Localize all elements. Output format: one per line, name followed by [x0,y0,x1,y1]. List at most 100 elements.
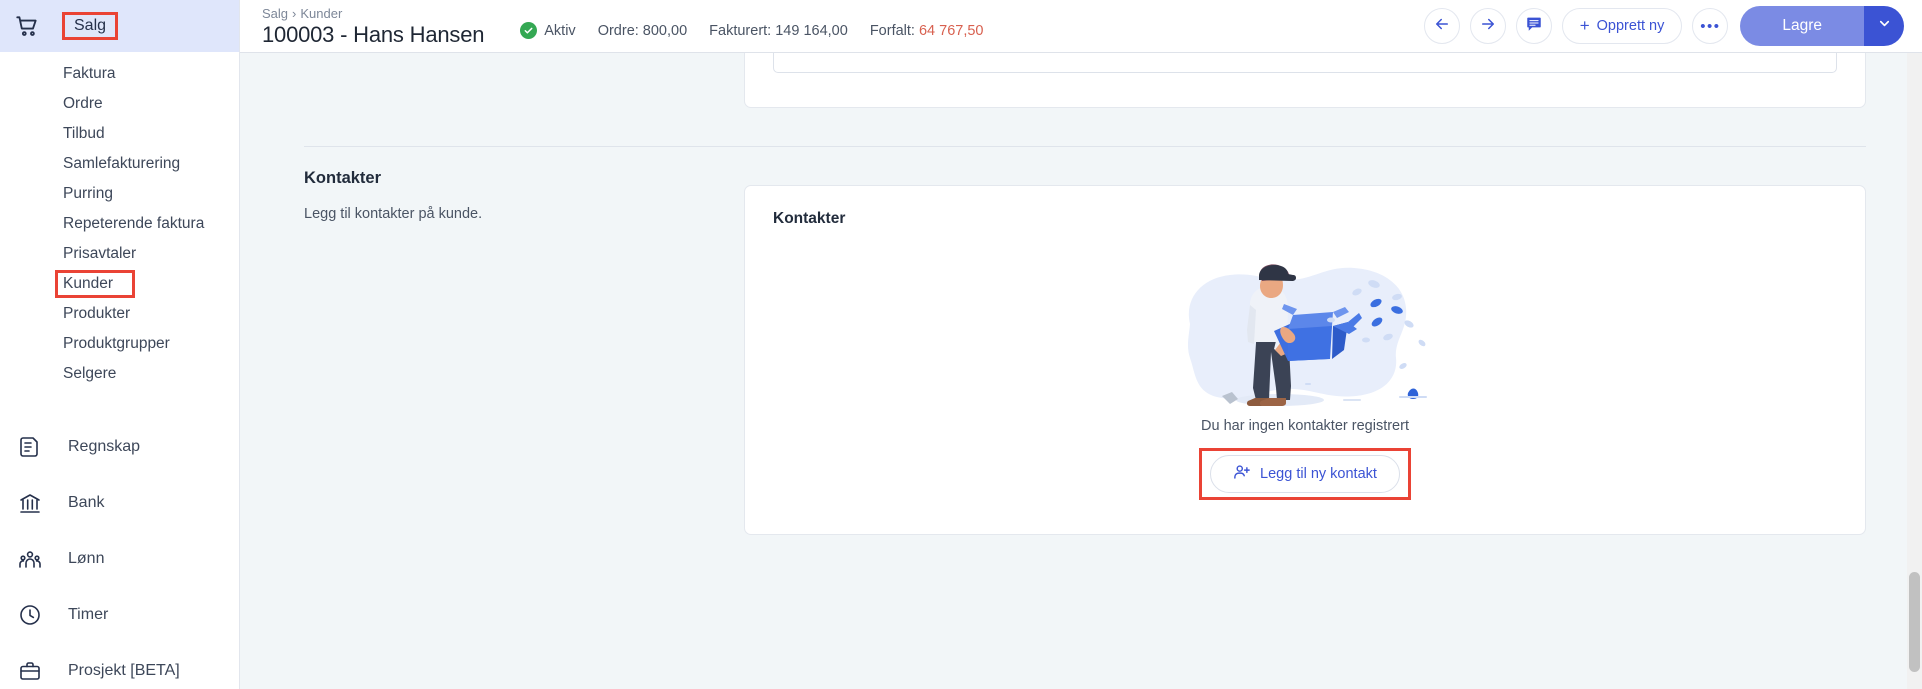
application-root: Salg Faktura Ordre Tilbud Samlefaktureri… [0,0,1922,689]
sidebar-item-label: Purring [63,185,113,202]
section-right: Standard blankett tilbud [744,53,1866,108]
card-kontakter: Kontakter Du har ingen kontakter registr… [744,185,1866,535]
toolbar-actions: + Opprett ny ••• Lagre [1423,6,1904,46]
section-kontakter-description: Legg til kontakter på kunde. [304,206,483,222]
sidebar-item-label: Produkter [63,305,131,322]
top-bar: Salg › Kunder 100003 - Hans Hansen Aktiv O… [240,0,1922,53]
section-standard-blankett: Standard blankett tilbud [240,53,1922,108]
sidebar-item-produktgrupper[interactable]: Produktgrupper [0,329,239,359]
plus-icon: + [1579,16,1590,35]
briefcase-icon [18,659,42,683]
create-new-label: Opprett ny [1596,18,1665,34]
status-row: Aktiv Ordre: 800,00 Fakturert: 149 164,0… [520,13,1423,39]
check-circle-icon [520,22,538,39]
sidebar-item-tilbud[interactable]: Tilbud [0,119,239,149]
breadcrumb-separator: › [292,5,297,21]
sidebar-item-label: Kunder [63,275,113,292]
vertical-scrollbar[interactable] [1907,53,1922,689]
sidebar-item-repeterende-faktura[interactable]: Repeterende faktura [0,209,239,239]
sidebar-item-label: Produktgrupper [63,335,170,352]
sidebar-item-produkter[interactable]: Produkter [0,299,239,329]
status-ordre: Ordre: 800,00 [597,22,688,39]
sidebar-item-selgere[interactable]: Selgere [0,359,239,389]
shopping-cart-icon [14,13,40,39]
sidebar-item-prosjekt[interactable]: Prosjekt [BETA] [0,643,239,689]
forward-button[interactable] [1469,8,1506,44]
people-icon [18,547,42,571]
status-fakturert: Fakturert: 149 164,00 [709,22,848,39]
sidebar-item-purring[interactable]: Purring [0,179,239,209]
ellipsis-icon: ••• [1700,17,1721,35]
sidebar-item-lonn[interactable]: Lønn [0,531,239,587]
sidebar-section-salg[interactable]: Salg [0,0,239,52]
arrow-right-icon [1479,15,1497,38]
sidebar-item-label: Prosjekt [BETA] [68,662,180,679]
sidebar-item-label: Repeterende faktura [63,215,205,232]
chevron-down-icon [1877,16,1892,36]
sidebar-mainnav: Regnskap Bank Lønn Timer Prosjekt [BETA] [0,419,239,689]
empty-state-text: Du har ingen kontakter registrert [1201,418,1409,434]
section-kontakter-left: Kontakter Legg til kontakter på kunde. [304,147,744,535]
sidebar-subnav: Faktura Ordre Tilbud Samlefakturering Pu… [0,52,239,389]
sidebar-item-label: Timer [68,606,109,623]
sidebar-item-timer[interactable]: Timer [0,587,239,643]
add-new-contact-label: Legg til ny kontakt [1260,466,1377,482]
breadcrumb-parent[interactable]: Salg [262,6,288,21]
more-options-button[interactable]: ••• [1692,8,1729,44]
page-title: 100003 - Hans Hansen [262,21,485,47]
section-left-empty [304,53,744,108]
sidebar-item-label: Faktura [63,65,116,82]
breadcrumb: Salg › Kunder [262,6,484,21]
status-badge: Aktiv [544,22,576,39]
sidebar-item-bank[interactable]: Bank [0,475,239,531]
standard-blankett-select[interactable] [773,53,1837,73]
status-forfalt-label: Forfalt: [869,22,915,39]
sidebar-item-label: Tilbud [63,125,105,142]
scroll-body: Standard blankett tilbud Kontakt [240,53,1922,689]
main-pane: Salg › Kunder 100003 - Hans Hansen Aktiv O… [240,0,1922,689]
back-button[interactable] [1423,8,1460,44]
sidebar-item-label: Regnskap [68,438,141,455]
sidebar-item-label: Ordre [63,95,103,112]
sidebar: Salg Faktura Ordre Tilbud Samlefaktureri… [0,0,240,689]
save-dropdown-button[interactable] [1864,6,1904,46]
title-block: Salg › Kunder 100003 - Hans Hansen [262,6,484,47]
add-new-contact-button[interactable]: Legg til ny kontakt [1210,455,1400,493]
card-kontakter-title: Kontakter [773,210,846,227]
status-forfalt-value: 64 767,50 [918,22,984,39]
bank-icon [18,491,42,515]
content-area: Standard blankett tilbud Kontakt [240,53,1922,535]
section-kontakter-right: Kontakter Du har ingen kontakter registr… [744,147,1866,535]
comment-button[interactable] [1515,8,1552,44]
scrollbar-thumb[interactable] [1909,572,1920,672]
chevron-down-icon [1807,53,1822,63]
save-button[interactable]: Lagre [1740,6,1864,46]
sidebar-item-samlefakturering[interactable]: Samlefakturering [0,149,239,179]
section-kontakter-heading: Kontakter [304,169,382,187]
sidebar-item-faktura[interactable]: Faktura [0,59,239,89]
empty-state: Du har ingen kontakter registrert Legg t… [773,228,1837,504]
sidebar-section-salg-label: Salg [74,17,107,34]
save-button-group: Lagre [1740,6,1904,46]
create-new-button[interactable]: + Opprett ny [1561,8,1683,44]
user-plus-icon [1233,463,1251,485]
sidebar-item-label: Samlefakturering [63,155,181,172]
sidebar-item-kunder[interactable]: Kunder [0,269,239,299]
breadcrumb-current[interactable]: Kunder [300,6,342,21]
sidebar-item-regnskap[interactable]: Regnskap [0,419,239,475]
clock-icon [18,603,42,627]
sidebar-item-ordre[interactable]: Ordre [0,89,239,119]
status-forfalt: Forfalt: 64 767,50 [870,23,984,39]
arrow-left-icon [1433,15,1451,38]
add-contact-wrapper: Legg til ny kontakt [1199,448,1411,500]
chat-bubble-icon [1525,15,1543,38]
card-standard-blankett: Standard blankett tilbud [744,53,1866,108]
section-kontakter: Kontakter Legg til kontakter på kunde. K… [240,147,1922,535]
sidebar-item-prisavtaler[interactable]: Prisavtaler [0,239,239,269]
document-list-icon [18,435,42,459]
sidebar-item-label: Bank [68,494,105,511]
sidebar-item-label: Lønn [68,550,105,567]
sidebar-item-label: Prisavtaler [63,245,137,262]
person-holding-open-box-illustration [1160,240,1450,412]
sidebar-item-label: Selgere [63,365,117,382]
